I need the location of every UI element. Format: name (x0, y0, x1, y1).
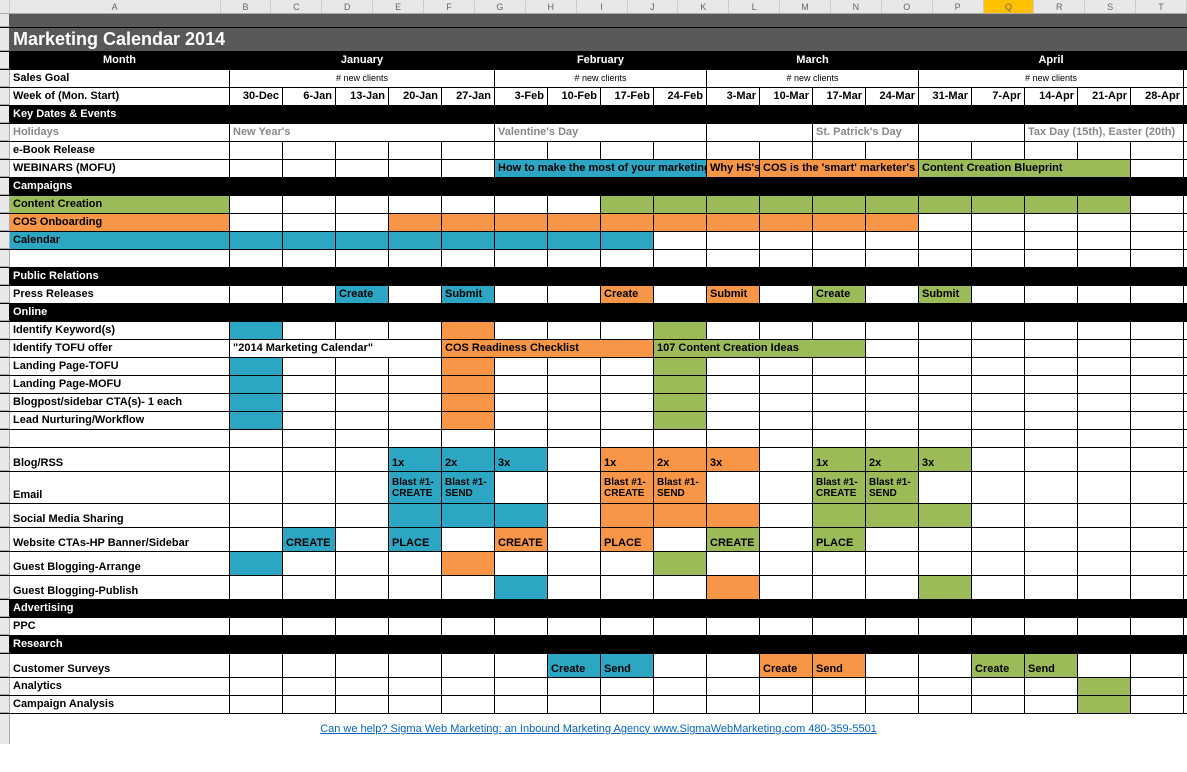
title-row: Marketing Calendar 2014 (0, 28, 1187, 52)
section-advertising: Advertising (0, 600, 1187, 618)
month-feb: February (495, 52, 707, 69)
week-header-row: Week of (Mon. Start) 30-Dec 6-Jan 13-Jan… (0, 88, 1187, 106)
sales-goal-label: Sales Goal (10, 70, 230, 87)
email-row: Email Blast #1-CREATE Blast #1-SEND Blas… (0, 472, 1187, 504)
spacer-row (0, 14, 1187, 28)
content-creation-row: Content Creation (0, 196, 1187, 214)
lead-nurturing-row: Lead Nurturing/Workflow (0, 412, 1187, 430)
spreadsheet[interactable]: A B C D E F G H I J K L M N O P Q R S T … (0, 0, 1187, 744)
webinars-row: WEBINARS (MOFU) How to make the most of … (0, 160, 1187, 178)
website-cta-row: Website CTAs-HP Banner/Sidebar CREATE PL… (0, 528, 1187, 552)
selected-column-q: Q (984, 0, 1035, 13)
blank-row (0, 430, 1187, 448)
blog-rss-row: Blog/RSS 1x 2x 3x 1x 2x 3x 1x 2x 3x (0, 448, 1187, 472)
month-header-row: Month January February March April (0, 52, 1187, 70)
calendar-row: Calendar (0, 232, 1187, 250)
landing-tofu-row: Landing Page-TOFU (0, 358, 1187, 376)
sales-goal-row: Sales Goal # new clients # new clients #… (0, 70, 1187, 88)
month-jan: January (230, 52, 495, 69)
guest-publish-row: Guest Blogging-Publish (0, 576, 1187, 600)
social-row: Social Media Sharing (0, 504, 1187, 528)
campaign-analysis-row: Campaign Analysis (0, 696, 1187, 714)
ebook-row: e-Book Release (0, 142, 1187, 160)
blogpost-cta-row: Blogpost/sidebar CTA(s)- 1 each (0, 394, 1187, 412)
month-mar: March (707, 52, 919, 69)
column-headers: A B C D E F G H I J K L M N O P Q R S T (0, 0, 1187, 14)
section-public-relations: Public Relations (0, 268, 1187, 286)
guest-arrange-row: Guest Blogging-Arrange (0, 552, 1187, 576)
analytics-row: Analytics (0, 678, 1187, 696)
month-label: Month (10, 52, 230, 69)
footer-link[interactable]: Can we help? Sigma Web Marketing: an Inb… (10, 714, 1187, 744)
blank-row (0, 250, 1187, 268)
holidays-row: Holidays New Year's Valentine's Day St. … (0, 124, 1187, 142)
page-title: Marketing Calendar 2014 (10, 28, 230, 51)
customer-surveys-row: Customer Surveys Create Send Create Send… (0, 654, 1187, 678)
cos-onboarding-row: COS Onboarding (0, 214, 1187, 232)
identify-tofu-row: Identify TOFU offer "2014 Marketing Cale… (0, 340, 1187, 358)
section-campaigns: Campaigns (0, 178, 1187, 196)
ppc-row: PPC (0, 618, 1187, 636)
section-online: Online (0, 304, 1187, 322)
landing-mofu-row: Landing Page-MOFU (0, 376, 1187, 394)
section-research: Research (0, 636, 1187, 654)
section-key-dates: Key Dates & Events (0, 106, 1187, 124)
week-label: Week of (Mon. Start) (10, 88, 230, 105)
press-releases-row: Press Releases Create Submit Create Subm… (0, 286, 1187, 304)
month-apr: April (919, 52, 1184, 69)
footer-row: Can we help? Sigma Web Marketing: an Inb… (0, 714, 1187, 744)
identify-keywords-row: Identify Keyword(s) (0, 322, 1187, 340)
